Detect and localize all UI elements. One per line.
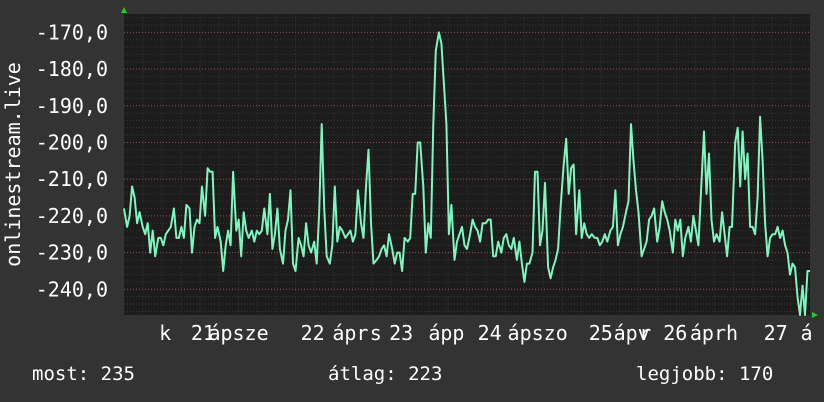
stat-average: átlag: 223	[328, 363, 443, 385]
x-tick-label: ápp	[428, 321, 464, 345]
y-tick-label: -200,0	[36, 130, 108, 154]
y-tick-label: -230,0	[36, 241, 108, 265]
y-tick-label: -240,0	[36, 277, 108, 301]
x-tick-labels: k 21ápsze 22 ápr s 23 ápp 24 ápszo 25 ápvr 26 áprh 2…	[159, 321, 812, 345]
stat-best: legjobb: 170	[636, 363, 774, 385]
x-tick-label: 24	[478, 321, 502, 345]
x-axis-arrow-icon	[812, 312, 818, 318]
x-tick-label: 27	[764, 321, 788, 345]
y-tick-label: -210,0	[36, 167, 108, 191]
x-tick-label: r 26	[639, 321, 687, 345]
x-tick-label: á	[801, 321, 813, 345]
x-tick-label: k	[159, 321, 171, 345]
y-axis-label: onlinestream.live	[1, 62, 25, 267]
x-tick-label: ápszo	[508, 321, 568, 345]
x-tick-label: áprh	[690, 321, 738, 345]
y-tick-label: -190,0	[36, 94, 108, 118]
x-tick-label: ápr	[332, 321, 368, 345]
chart: -170,0 -180,0 -190,0 -200,0 -210,0 -220,0 -230…	[1, 7, 818, 345]
y-tick-label: -170,0	[36, 20, 108, 44]
y-tick-label: -220,0	[36, 204, 108, 228]
x-tick-label: 25	[589, 321, 613, 345]
y-tick-labels: -170,0 -180,0 -190,0 -200,0 -210,0 -220,0 -230…	[36, 20, 108, 301]
stat-current: most: 235	[32, 363, 135, 385]
x-tick-label: s	[370, 321, 382, 345]
y-tick-label: -180,0	[36, 57, 108, 81]
y-axis-arrow-icon	[121, 7, 127, 13]
x-tick-label: 23	[389, 321, 413, 345]
x-tick-label: ápsze	[208, 321, 268, 345]
x-tick-label: 22	[301, 321, 325, 345]
